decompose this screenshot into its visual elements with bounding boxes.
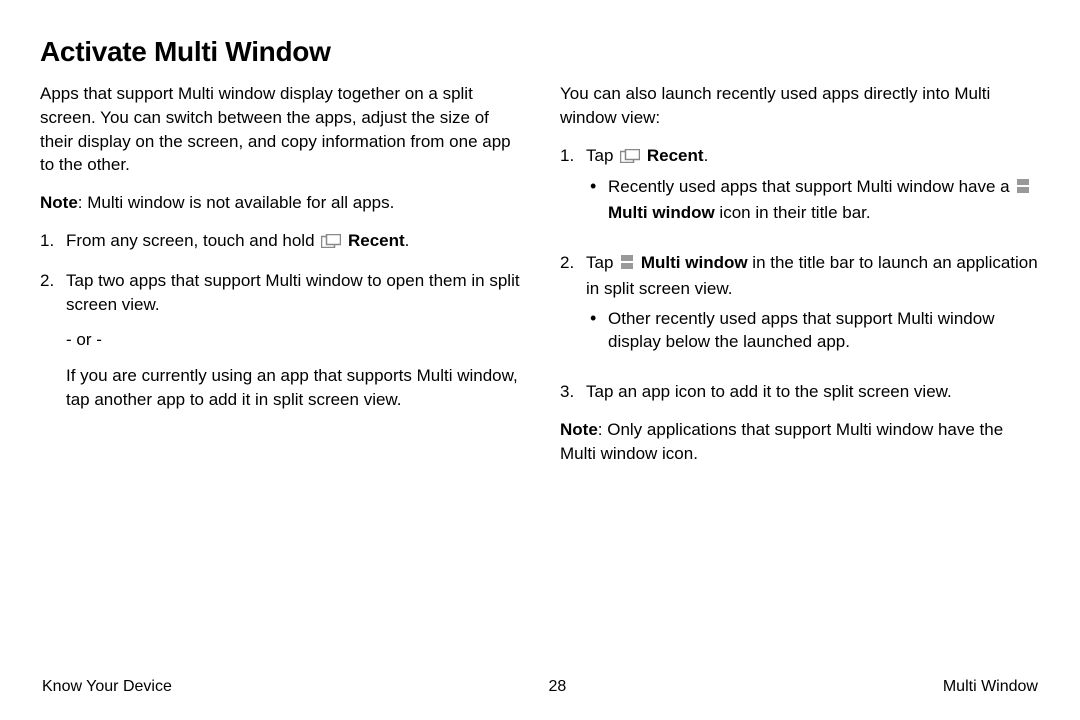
- intro-paragraph: Apps that support Multi window display t…: [40, 82, 520, 177]
- note-line: Note: Only applications that support Mul…: [560, 418, 1040, 466]
- page-title: Activate Multi Window: [40, 36, 1040, 68]
- step-text-post: .: [704, 146, 709, 165]
- recent-icon: [620, 146, 640, 170]
- bullet-text-pre: Recently used apps that support Multi wi…: [608, 177, 1014, 196]
- footer-page-number: 28: [548, 678, 566, 696]
- intro-paragraph: You can also launch recently used apps d…: [560, 82, 1040, 130]
- note-text: : Multi window is not available for all …: [78, 193, 395, 212]
- bullet-text-bold: Multi window: [608, 203, 715, 222]
- step-text: Tap two apps that support Multi window t…: [66, 269, 520, 317]
- footer-left: Know Your Device: [42, 678, 172, 696]
- step-text-bold: Multi window: [641, 253, 748, 272]
- note-label: Note: [560, 420, 598, 439]
- note-line: Note: Multi window is not available for …: [40, 191, 520, 215]
- footer-right: Multi Window: [943, 678, 1038, 696]
- step-number: 2.: [560, 251, 586, 366]
- step-1: 1. Tap Recent. Recently used apps that s…: [560, 144, 1040, 237]
- step-text-pre: Tap: [586, 146, 618, 165]
- step-number: 2.: [40, 269, 66, 317]
- bullet-text-post: icon in their title bar.: [715, 203, 871, 222]
- note-text: : Only applications that support Multi w…: [560, 420, 1003, 463]
- or-divider: - or -: [66, 328, 520, 352]
- left-column: Apps that support Multi window display t…: [40, 82, 520, 670]
- step-number: 1.: [560, 144, 586, 237]
- alt-paragraph: If you are currently using an app that s…: [66, 364, 520, 412]
- recent-icon: [321, 231, 341, 255]
- bullet-icon: [586, 175, 608, 225]
- step-text: Tap an app icon to add it to the split s…: [586, 380, 1040, 404]
- note-label: Note: [40, 193, 78, 212]
- step-text-pre: From any screen, touch and hold: [66, 231, 319, 250]
- step-2: 2. Tap Multi window in the title bar to …: [560, 251, 1040, 366]
- step-1: 1. From any screen, touch and hold Recen…: [40, 229, 520, 255]
- step-text-bold: Recent: [348, 231, 405, 250]
- right-column: You can also launch recently used apps d…: [560, 82, 1040, 670]
- bullet-text: Other recently used apps that support Mu…: [608, 307, 1040, 355]
- step-text-bold: Recent: [647, 146, 704, 165]
- step-text-pre: Tap: [586, 253, 618, 272]
- step-text-post: .: [405, 231, 410, 250]
- page-footer: Know Your Device 28 Multi Window: [40, 678, 1040, 696]
- step-2: 2. Tap two apps that support Multi windo…: [40, 269, 520, 317]
- multi-window-icon: [620, 253, 634, 277]
- step-number: 1.: [40, 229, 66, 255]
- step-number: 3.: [560, 380, 586, 404]
- bullet-icon: [586, 307, 608, 355]
- multi-window-icon: [1016, 177, 1030, 201]
- bullet-item: Recently used apps that support Multi wi…: [586, 175, 1040, 225]
- bullet-item: Other recently used apps that support Mu…: [586, 307, 1040, 355]
- step-3: 3. Tap an app icon to add it to the spli…: [560, 380, 1040, 404]
